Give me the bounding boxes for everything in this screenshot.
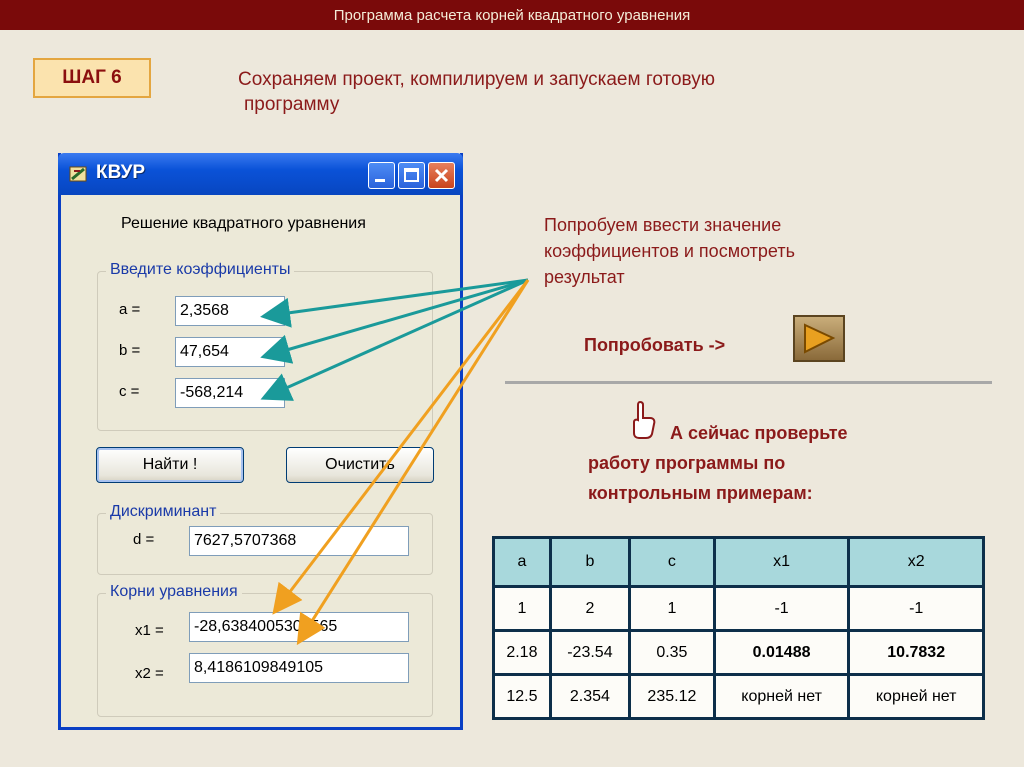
table-cell: 2.18 xyxy=(492,629,552,676)
minimize-button[interactable] xyxy=(368,162,395,189)
control-examples-table: a b c x1 x2 1 2 1 -1 -1 2.18 -23.54 0.35… xyxy=(492,536,985,720)
close-button[interactable] xyxy=(428,162,455,189)
output-d[interactable]: 7627,5707368 xyxy=(189,526,409,556)
header-b: b xyxy=(548,536,632,588)
step-badge: ШАГ 6 xyxy=(33,58,151,98)
header-x2: x2 xyxy=(847,536,985,588)
output-x2[interactable]: 8,4186109849105 xyxy=(189,653,409,683)
header-x1: x1 xyxy=(712,536,851,588)
clear-button[interactable]: Очистить xyxy=(286,447,434,483)
table-header-row: a b c x1 x2 xyxy=(492,536,985,588)
table-cell: 12.5 xyxy=(492,673,552,720)
label-x1: x1 = xyxy=(135,622,164,639)
table-cell: 235.12 xyxy=(628,673,716,720)
top-bar: Программа расчета корней квадратного ура… xyxy=(0,0,1024,30)
label-a: a = xyxy=(119,301,141,318)
check-line-2: работу программы по xyxy=(588,453,786,473)
section-divider xyxy=(505,381,992,384)
coefficients-legend: Введите коэффициенты xyxy=(106,261,295,279)
input-b[interactable]: 47,654 xyxy=(175,337,285,367)
check-line-3: контрольным примерам: xyxy=(588,483,813,503)
try-line-1: Попробуем ввести значение xyxy=(544,215,782,235)
play-triangle-icon xyxy=(804,323,836,354)
check-line-1: А сейчас проверьте xyxy=(670,423,848,443)
page-title: Программа расчета корней квадратного ура… xyxy=(333,6,691,24)
discriminant-legend: Дискриминант xyxy=(106,503,221,521)
table-row: 12.5 2.354 235.12 корней нет корней нет xyxy=(492,673,985,720)
maximize-icon xyxy=(404,168,419,182)
label-d: d = xyxy=(133,531,155,548)
intro-text: Сохраняем проект, компилируем и запускае… xyxy=(238,67,838,117)
table-cell: -1 xyxy=(847,585,985,632)
intro-line-2: программу xyxy=(244,94,340,115)
header-a: a xyxy=(492,536,552,588)
roots-legend: Корни уравнения xyxy=(106,583,242,601)
minimize-icon xyxy=(375,179,385,182)
form-heading: Решение квадратного уравнения xyxy=(121,215,366,232)
try-line-3: результат xyxy=(544,267,625,287)
table-cell: 1 xyxy=(492,585,552,632)
label-b: b = xyxy=(119,342,141,359)
window-title: КВУР xyxy=(96,162,146,183)
table-cell: -1 xyxy=(712,585,851,632)
step-label: ШАГ 6 xyxy=(62,67,122,88)
close-icon xyxy=(434,168,449,183)
input-a[interactable]: 2,3568 xyxy=(175,296,285,326)
label-x2: x2 = xyxy=(135,665,164,682)
table-cell: корней нет xyxy=(847,673,985,720)
table-cell: корней нет xyxy=(712,673,851,720)
try-play-button[interactable] xyxy=(793,315,845,362)
table-cell: 1 xyxy=(628,585,716,632)
check-instruction: А сейчас проверьте работу программы по к… xyxy=(588,418,848,508)
table-cell: 2.354 xyxy=(548,673,632,720)
label-c: c = xyxy=(119,383,140,400)
try-line-2: коэффициентов и посмотреть xyxy=(544,241,795,261)
maximize-button[interactable] xyxy=(398,162,425,189)
table-cell: 2 xyxy=(548,585,632,632)
table-cell: 0.01488 xyxy=(712,629,851,676)
table-cell: -23.54 xyxy=(548,629,632,676)
table-row: 2.18 -23.54 0.35 0.01488 10.7832 xyxy=(492,629,985,676)
table-row: 1 2 1 -1 -1 xyxy=(492,585,985,632)
app-icon xyxy=(69,166,87,182)
try-action-label: Попробовать -> xyxy=(584,335,726,355)
window-titlebar[interactable]: КВУР xyxy=(58,153,463,195)
header-c: c xyxy=(628,536,716,588)
output-x1[interactable]: -28,6384005300565 xyxy=(189,612,409,642)
find-button[interactable]: Найти ! xyxy=(96,447,244,483)
input-c[interactable]: -568,214 xyxy=(175,378,285,408)
table-cell: 10.7832 xyxy=(847,629,985,676)
table-cell: 0.35 xyxy=(628,629,716,676)
try-instruction: Попробуем ввести значение коэффициентов … xyxy=(544,212,874,290)
window-body: Решение квадратного уравнения Введите ко… xyxy=(61,195,460,727)
intro-line-1: Сохраняем проект, компилируем и запускае… xyxy=(238,69,715,90)
app-window: КВУР Решение квадратного уравнения Введи… xyxy=(58,153,463,730)
